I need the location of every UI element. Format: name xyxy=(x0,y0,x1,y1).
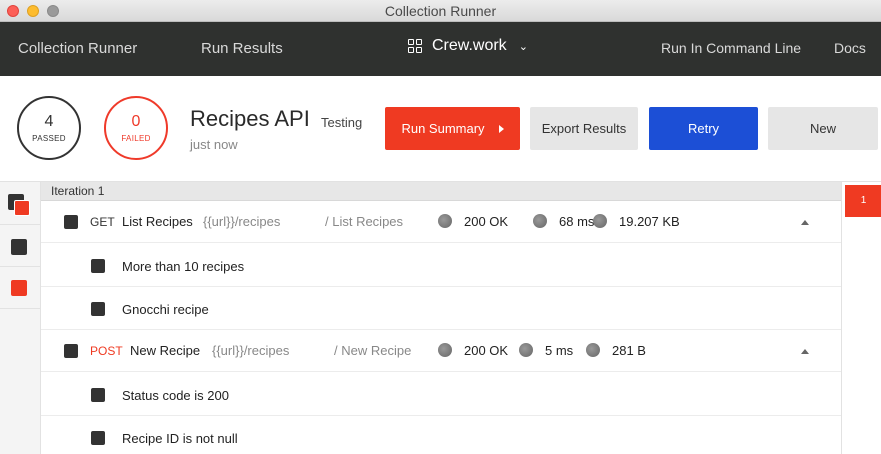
response-size: 281 B xyxy=(612,343,646,358)
request-name: New Recipe xyxy=(130,343,201,358)
collapse-arrow-icon[interactable] xyxy=(801,349,809,354)
test-name: Recipe ID is not null xyxy=(122,431,238,446)
play-triangle-icon xyxy=(498,124,504,133)
collection-name: Recipes API xyxy=(190,106,310,131)
response-size: 19.207 KB xyxy=(619,214,680,229)
failed-filter-icon[interactable] xyxy=(11,280,27,296)
workspace-grid-icon xyxy=(408,39,422,53)
passed-counter: 4 PASSED xyxy=(17,96,81,160)
size-dot-icon xyxy=(593,214,607,228)
test-result-icon xyxy=(91,388,105,402)
size-dot-icon xyxy=(586,343,600,357)
gutter-divider xyxy=(0,224,41,225)
request-row[interactable]: GET List Recipes {{url}}/recipes / List … xyxy=(41,201,841,243)
nav-docs[interactable]: Docs xyxy=(834,40,866,56)
run-summary-header: 4 PASSED 0 FAILED Recipes API Testing ju… xyxy=(0,76,881,182)
window-titlebar: Collection Runner xyxy=(0,0,881,22)
passed-count: 4 xyxy=(44,113,54,130)
request-method: GET xyxy=(90,215,115,229)
collapse-arrow-icon[interactable] xyxy=(801,220,809,225)
run-summary-button[interactable]: Run Summary xyxy=(385,107,520,150)
status-dot-icon xyxy=(438,214,452,228)
workspace-selector[interactable]: Crew.work ⌄ xyxy=(408,37,528,55)
run-timestamp: just now xyxy=(190,137,238,152)
request-name: List Recipes xyxy=(122,214,193,229)
gutter-divider xyxy=(0,266,41,267)
test-result-icon xyxy=(91,431,105,445)
iteration-header: Iteration 1 xyxy=(41,182,841,201)
request-path: / New Recipe xyxy=(334,343,412,358)
passed-filter-icon[interactable] xyxy=(11,239,27,255)
request-result-icon xyxy=(64,344,78,358)
iteration-badge[interactable]: 1 xyxy=(845,185,881,217)
retry-button[interactable]: Retry xyxy=(649,107,758,150)
test-name: More than 10 recipes xyxy=(122,259,245,274)
time-dot-icon xyxy=(519,343,533,357)
test-name: Status code is 200 xyxy=(122,388,229,403)
response-time: 5 ms xyxy=(545,343,574,358)
run-summary-label: Run Summary xyxy=(401,121,485,136)
request-url: {{url}}/recipes xyxy=(203,214,281,229)
all-results-failed-overlay-icon xyxy=(14,200,30,216)
test-result-icon xyxy=(91,302,105,316)
gutter-divider xyxy=(0,308,41,309)
failed-counter: 0 FAILED xyxy=(104,96,168,160)
test-row: More than 10 recipes xyxy=(41,244,841,287)
time-dot-icon xyxy=(533,214,547,228)
response-time: 68 ms xyxy=(559,214,595,229)
results-list: Iteration 1 GET List Recipes {{url}}/rec… xyxy=(41,182,841,454)
request-method: POST xyxy=(90,344,123,358)
nav-collection-runner[interactable]: Collection Runner xyxy=(18,40,137,57)
window-title: Collection Runner xyxy=(384,3,497,19)
top-navbar: Collection Runner Run Results Crew.work … xyxy=(0,22,881,76)
request-row[interactable]: POST New Recipe {{url}}/recipes / New Re… xyxy=(41,330,841,372)
request-path: / List Recipes xyxy=(325,214,404,229)
chevron-down-icon: ⌄ xyxy=(518,40,528,53)
nav-run-in-command-line[interactable]: Run In Command Line xyxy=(661,40,801,56)
test-result-icon xyxy=(91,259,105,273)
environment-name: Testing xyxy=(321,115,363,130)
response-status: 200 OK xyxy=(464,214,509,229)
nav-run-results[interactable]: Run Results xyxy=(201,40,283,57)
status-dot-icon xyxy=(438,343,452,357)
test-row: Status code is 200 xyxy=(41,373,841,416)
failed-label: FAILED xyxy=(121,134,151,143)
test-row: Gnocchi recipe xyxy=(41,287,841,330)
passed-label: PASSED xyxy=(32,134,66,143)
iteration-strip: 1 xyxy=(841,182,881,454)
failed-count: 0 xyxy=(131,113,141,130)
test-name: Gnocchi recipe xyxy=(122,302,209,317)
response-status: 200 OK xyxy=(464,343,509,358)
request-url: {{url}}/recipes xyxy=(212,343,290,358)
test-row: Recipe ID is not null xyxy=(41,416,841,454)
new-button[interactable]: New xyxy=(768,107,878,150)
export-results-button[interactable]: Export Results xyxy=(530,107,638,150)
request-result-icon xyxy=(64,215,78,229)
filter-gutter xyxy=(0,182,41,454)
workspace-name: Crew.work xyxy=(432,37,507,54)
